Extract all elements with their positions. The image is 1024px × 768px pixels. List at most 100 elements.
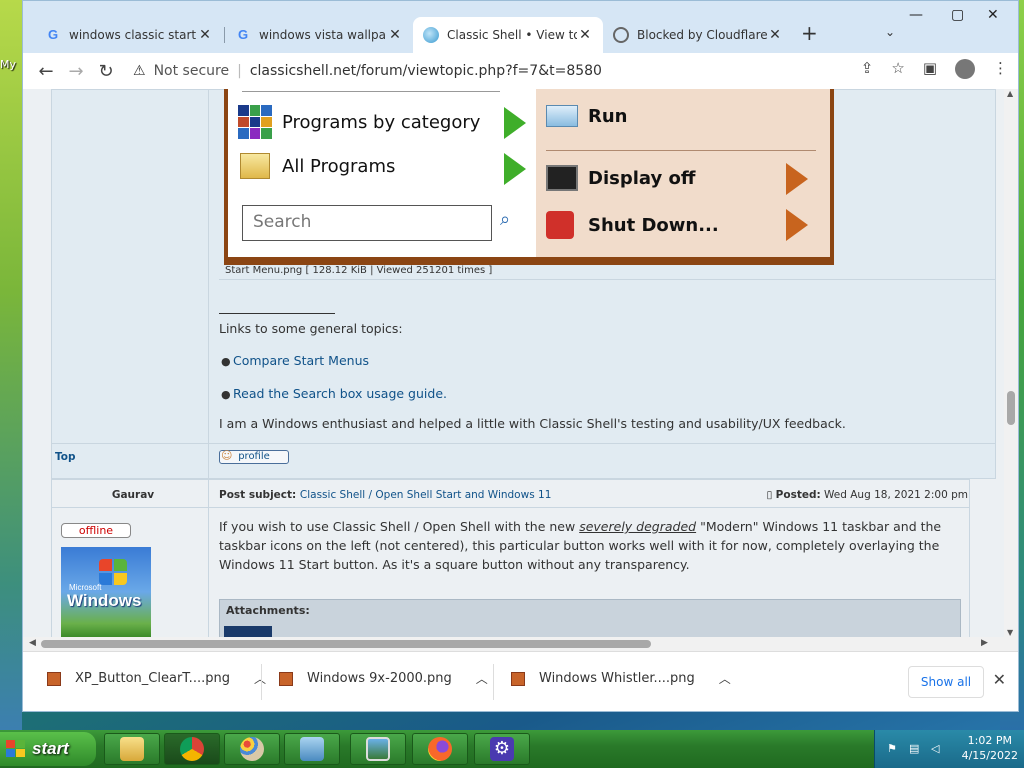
system-clock[interactable]: 1:02 PM 4/15/2022 [962, 733, 1018, 763]
tab-4[interactable]: Blocked by Cloudflare C ✕ [603, 17, 793, 53]
profile-button[interactable]: ☺ profile [219, 450, 289, 464]
shutdown-label: Shut Down... [588, 214, 719, 236]
desktop-background-left [0, 0, 22, 730]
png-file-icon [511, 671, 525, 686]
tab-search-chevron-icon[interactable]: ⌄ [885, 25, 895, 39]
compare-start-menus-link[interactable]: Compare Start Menus [233, 353, 369, 368]
tab-1[interactable]: G windows classic start bu ✕ [35, 17, 223, 53]
tab-2[interactable]: G windows vista wallpape ✕ [225, 17, 413, 53]
file-explorer-icon [120, 737, 144, 761]
bullet-icon: ● [221, 388, 231, 401]
chevron-up-icon[interactable]: ︿ [254, 670, 266, 687]
download-filename: Windows 9x-2000.png [307, 671, 452, 686]
caption-divider [219, 279, 996, 280]
download-divider [493, 664, 494, 700]
side-panel-icon[interactable]: ▣ [923, 59, 937, 79]
chevron-up-icon[interactable]: ︿ [719, 670, 731, 687]
tab-3-active[interactable]: Classic Shell • View top ✕ [413, 17, 603, 53]
download-item-1[interactable]: XP_Button_ClearT....png ︿ [47, 670, 266, 687]
settings-icon: ⚙ [490, 737, 514, 761]
scroll-down-icon[interactable]: ▼ [1007, 628, 1013, 637]
forward-icon[interactable]: → [61, 61, 91, 82]
menu-kebab-icon[interactable]: ⋮ [993, 59, 1008, 79]
scroll-left-icon[interactable]: ◀ [29, 638, 36, 648]
taskbar-firefox[interactable] [412, 733, 468, 765]
post-subject: Post subject: Classic Shell / Open Shell… [219, 489, 551, 501]
taskbar-chrome[interactable] [164, 733, 220, 765]
search-icon: ⌕ [500, 209, 511, 230]
taskbar-paint[interactable] [224, 733, 280, 765]
address-bar[interactable]: ⚠ Not secure | classicshell.net/forum/vi… [133, 57, 793, 85]
post-body: If you wish to use Classic Shell / Open … [219, 517, 964, 574]
top-link[interactable]: Top [55, 451, 76, 463]
user-icon: ☺ [221, 449, 233, 462]
security-label[interactable]: Not secure [154, 63, 230, 79]
programs-by-category-label: Programs by category [282, 111, 481, 133]
url-text[interactable]: classicshell.net/forum/viewtopic.php?f=7… [250, 63, 602, 79]
flag-notification-icon[interactable]: ⚑ [887, 742, 897, 755]
download-item-2[interactable]: Windows 9x-2000.png ︿ [279, 670, 488, 687]
avatar[interactable]: Microsoft Windows [61, 547, 151, 637]
taskbar-file-explorer[interactable] [104, 733, 160, 765]
horizontal-scroll-thumb[interactable] [41, 640, 651, 648]
windows-flag-icon [99, 559, 129, 587]
links-intro: Links to some general topics: [219, 321, 403, 336]
horizontal-scrollbar[interactable]: ◀ ▶ [23, 637, 1018, 651]
display-off-icon [546, 165, 578, 191]
post-icon[interactable]: ▯ [767, 489, 773, 501]
attachment-caption: Start Menu.png [ 128.12 KiB | Viewed 251… [225, 265, 493, 276]
show-all-downloads-button[interactable]: Show all [908, 666, 984, 698]
share-icon[interactable]: ⇪ [861, 59, 874, 79]
volume-muted-icon[interactable]: ◁ [931, 742, 939, 755]
google-icon: G [47, 27, 59, 42]
all-programs-label: All Programs [282, 155, 396, 177]
desktop-icon-label[interactable]: My [0, 58, 16, 71]
start-button[interactable]: start [0, 732, 96, 766]
subject-link[interactable]: Classic Shell / Open Shell Start and Win… [300, 489, 551, 501]
chevron-up-icon[interactable]: ︿ [476, 670, 488, 687]
page-content: Programs by category All Programs Search… [23, 89, 1006, 637]
maximize-icon[interactable]: ▢ [951, 7, 964, 23]
network-icon[interactable]: ▤ [909, 742, 919, 755]
attachment-thumbnail[interactable] [224, 626, 272, 637]
system-tray: ⚑ ▤ ◁ 1:02 PM 4/15/2022 [874, 730, 1024, 768]
download-item-3[interactable]: Windows Whistler....png ︿ [511, 670, 731, 687]
all-programs-item: All Programs [238, 153, 395, 179]
avatar-brand-large: Windows [67, 591, 142, 610]
taskbar-settings[interactable]: ⚙ [474, 733, 530, 765]
firefox-icon [428, 737, 452, 761]
subject-label: Post subject: [219, 489, 297, 501]
scroll-right-icon[interactable]: ▶ [981, 638, 988, 648]
close-window-icon[interactable]: ✕ [987, 7, 999, 23]
close-tab-icon[interactable]: ✕ [767, 27, 783, 43]
start-menu-screenshot[interactable]: Programs by category All Programs Search… [224, 89, 834, 265]
bookmark-star-icon[interactable]: ☆ [891, 59, 904, 79]
profile-button-label: profile [238, 451, 270, 462]
taskbar-photos[interactable] [350, 733, 406, 765]
new-tab-icon[interactable]: + [801, 21, 818, 45]
search-guide-link[interactable]: Read the Search box usage guide. [233, 386, 447, 401]
vertical-scroll-thumb[interactable] [1007, 391, 1015, 425]
close-tab-icon[interactable]: ✕ [577, 27, 593, 43]
close-downloads-icon[interactable]: ✕ [993, 670, 1006, 689]
post-author[interactable]: Gaurav [83, 489, 183, 501]
close-tab-icon[interactable]: ✕ [197, 27, 213, 43]
close-tab-icon[interactable]: ✕ [387, 27, 403, 43]
bullet-icon: ● [221, 355, 231, 368]
scroll-up-icon[interactable]: ▲ [1007, 89, 1013, 98]
post-date: ▯ Posted: Wed Aug 18, 2021 2:00 pm [767, 489, 968, 501]
status-badge: offline [61, 523, 131, 538]
post-body-text: If you wish to use Classic Shell / Open … [219, 519, 580, 534]
run-item: Run [546, 105, 628, 127]
reload-icon[interactable]: ↻ [91, 61, 121, 82]
run-label: Run [588, 105, 628, 127]
start-label: start [32, 739, 69, 758]
minimize-icon[interactable]: — [909, 7, 923, 23]
classicshell-icon [423, 27, 439, 43]
posted-label: Posted: [775, 489, 821, 501]
profile-avatar-icon[interactable] [955, 59, 975, 79]
back-icon[interactable]: ← [31, 61, 61, 82]
browser-window: G windows classic start bu ✕ G windows v… [22, 0, 1019, 712]
vertical-scrollbar[interactable]: ▲ ▼ [1004, 89, 1018, 637]
taskbar-control-panel[interactable] [284, 733, 340, 765]
